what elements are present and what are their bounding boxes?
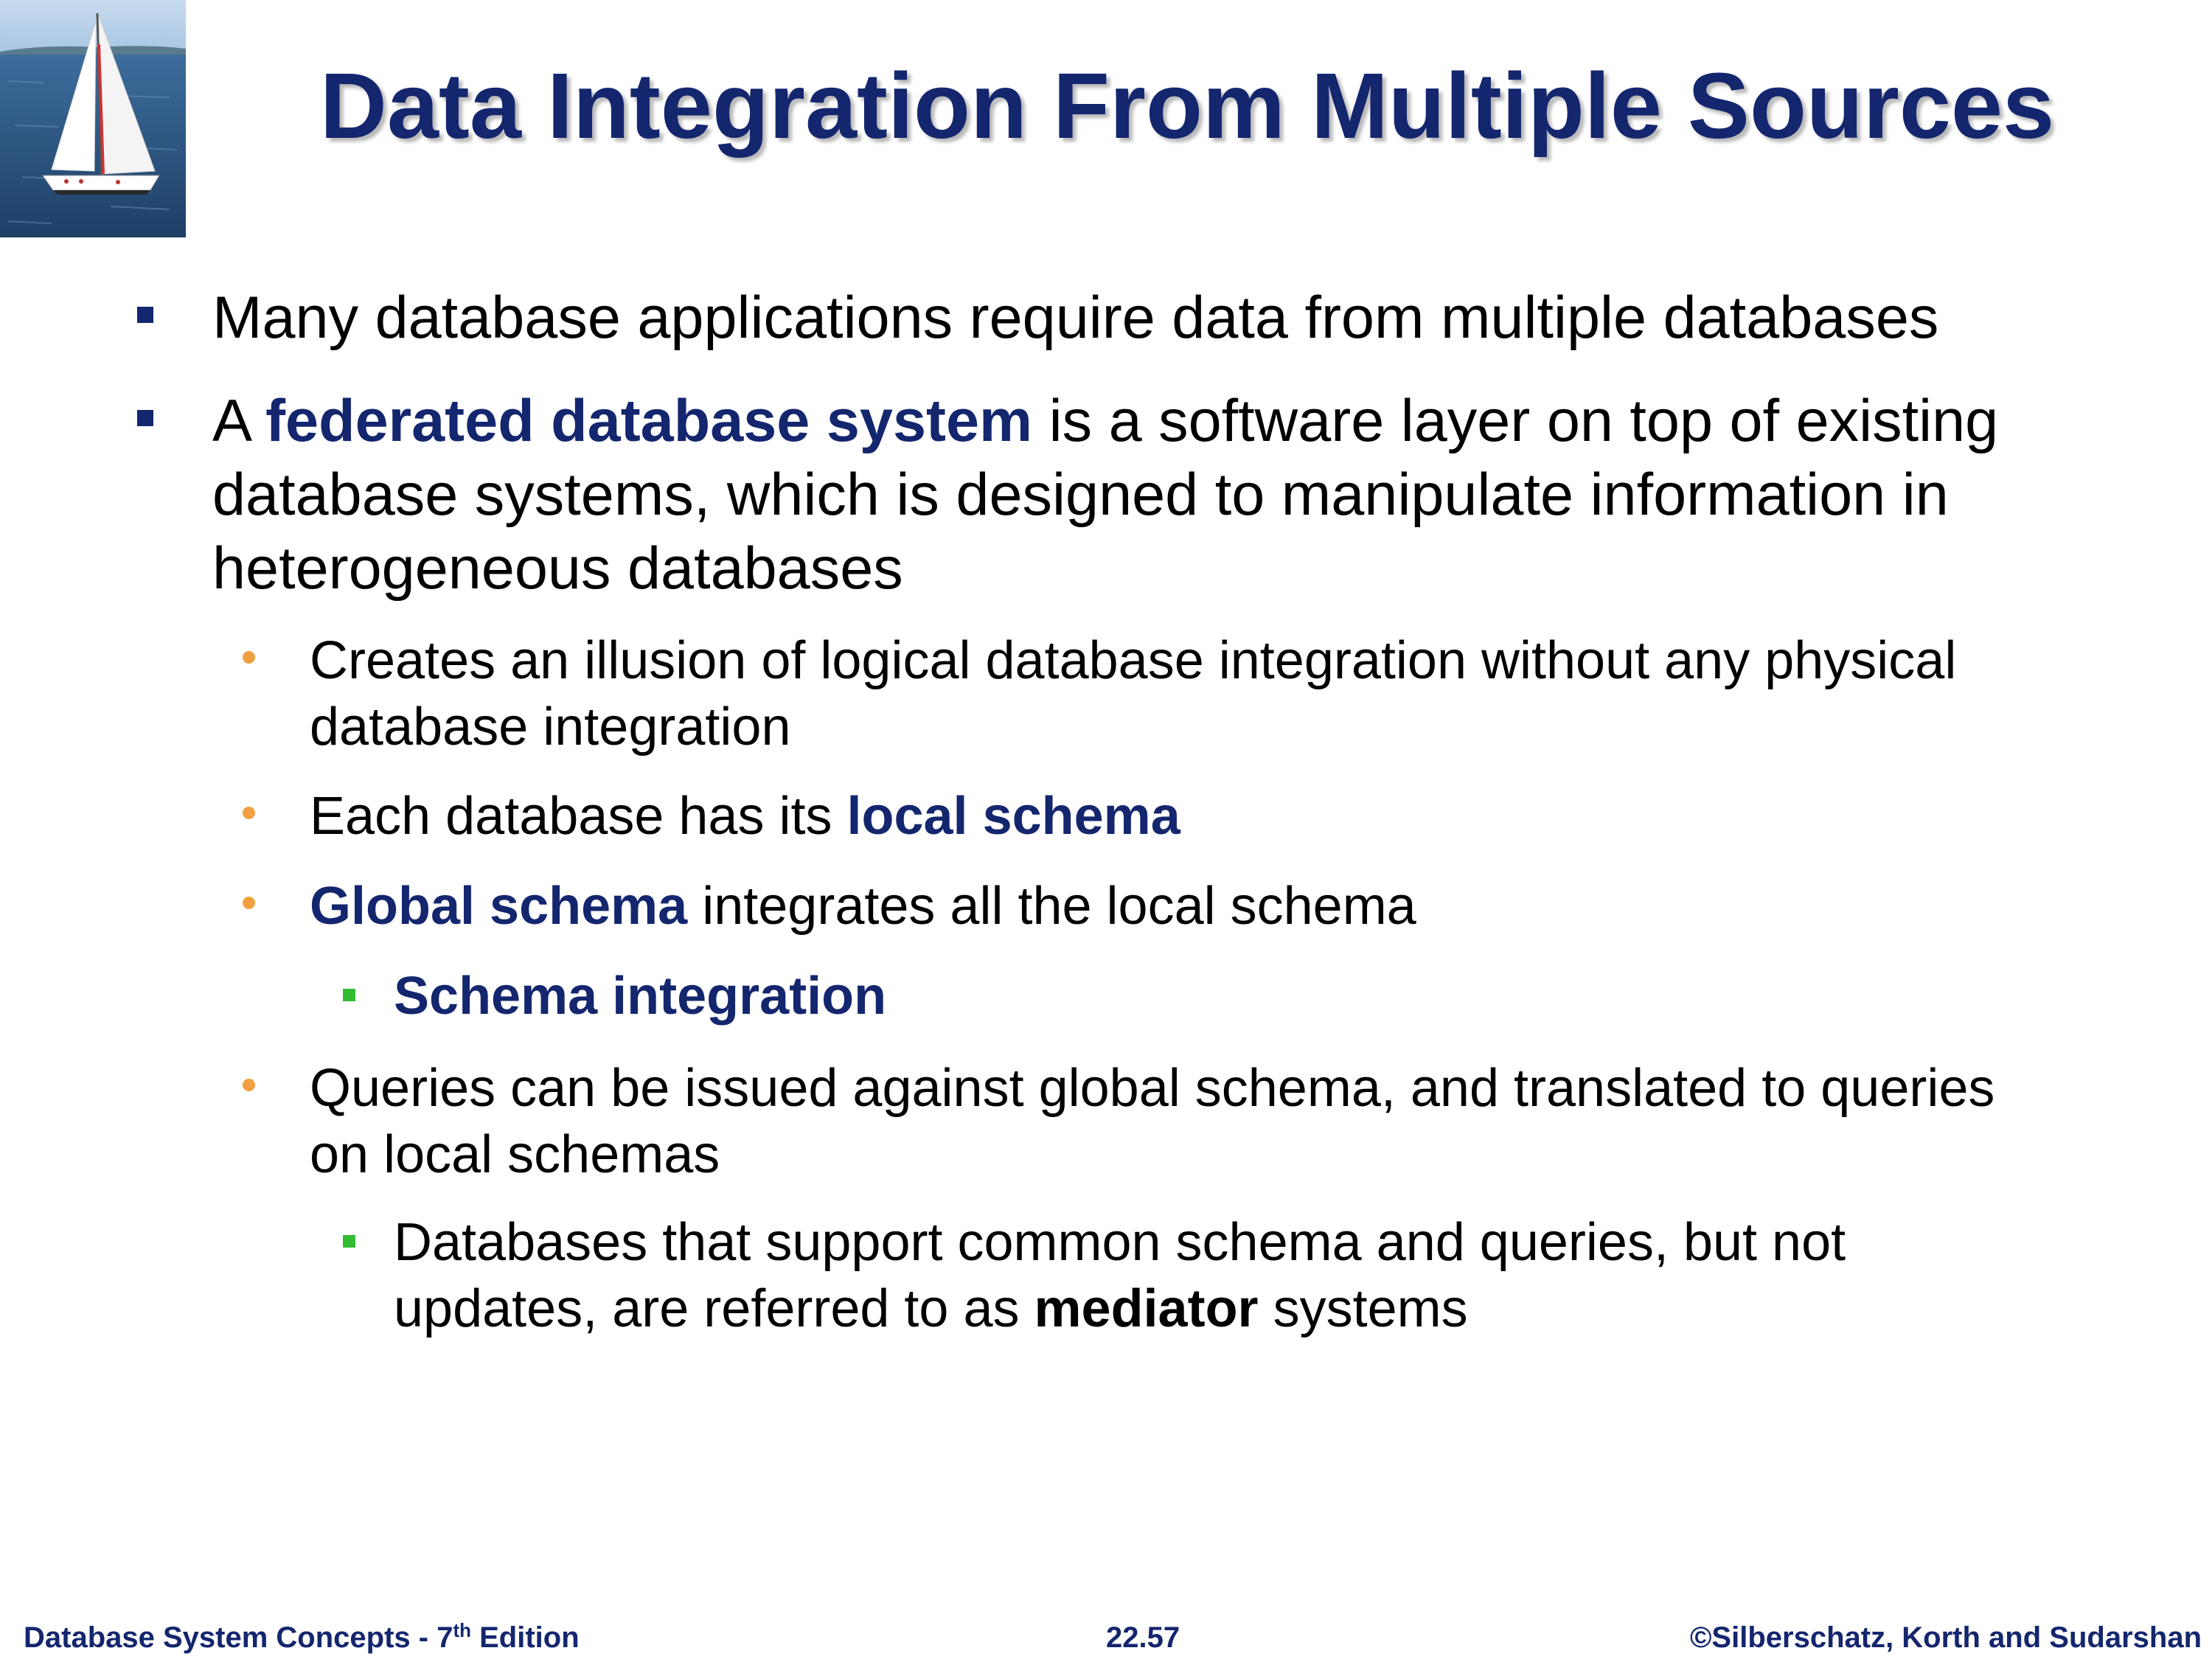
slide: Data Integration From Multiple Sources M…: [0, 0, 2212, 1659]
square-bullet-icon: [343, 1235, 355, 1248]
round-bullet-icon: [243, 651, 255, 664]
square-bullet-icon: [137, 410, 153, 426]
text: is a software layer on top of existing: [1032, 388, 1999, 454]
keyword-global-schema: Global schema: [310, 877, 688, 936]
keyword-local-schema: local schema: [846, 787, 1180, 846]
round-bullet-icon: [243, 1079, 255, 1091]
sub-bullet-text-continued: database integration: [310, 698, 791, 757]
superscript: th: [453, 1619, 471, 1641]
bullet-text-continued: heterogeneous databases: [212, 535, 903, 602]
sailboat-icon: [0, 0, 186, 237]
slide-title: Data Integration From Multiple Sources: [319, 54, 2055, 158]
sub-bullet-text: Each database has its local schema: [310, 783, 1180, 849]
footer-book-title: Database System Concepts - 7th Edition: [24, 1619, 580, 1656]
square-bullet-icon: [137, 307, 153, 323]
keyword-mediator: mediator: [1034, 1279, 1259, 1338]
bullet-text: Many database applications require data …: [212, 285, 1939, 351]
bullet-text: A federated database system is a softwar…: [212, 384, 1998, 458]
sub-sub-bullet-text: Schema integration: [394, 963, 886, 1029]
text: updates, are referred to as: [394, 1279, 1034, 1338]
sub-bullet-text-continued: on local schemas: [310, 1125, 720, 1184]
sub-sub-bullet-text: Databases that support common schema and…: [394, 1213, 1846, 1272]
round-bullet-icon: [243, 807, 255, 819]
sub-sub-bullet-text-continued: updates, are referred to as mediator sys…: [394, 1276, 1468, 1342]
footer-copyright: ©Silberschatz, Korth and Sudarshan: [1689, 1621, 2202, 1654]
bullet-text-continued: database systems, which is designed to m…: [212, 462, 1949, 528]
round-bullet-icon: [243, 897, 255, 909]
text: Each database has its: [310, 787, 847, 846]
footer-page-number: 22.57: [1106, 1621, 1180, 1654]
text: integrates all the local schema: [687, 877, 1416, 936]
keyword-federated-database-system: federated database system: [265, 388, 1033, 454]
text: A: [212, 388, 266, 454]
sailboat-logo: [0, 0, 186, 237]
square-bullet-icon: [343, 989, 355, 1001]
sub-bullet-text: Creates an illusion of logical database …: [310, 631, 1957, 690]
text: systems: [1258, 1279, 1468, 1338]
text: Database System Concepts - 7: [24, 1621, 453, 1654]
text: Edition: [471, 1621, 580, 1654]
keyword-schema-integration: Schema integration: [394, 967, 887, 1026]
sub-bullet-text: Queries can be issued against global sch…: [310, 1059, 1995, 1118]
sub-bullet-text: Global schema integrates all the local s…: [310, 873, 1416, 939]
